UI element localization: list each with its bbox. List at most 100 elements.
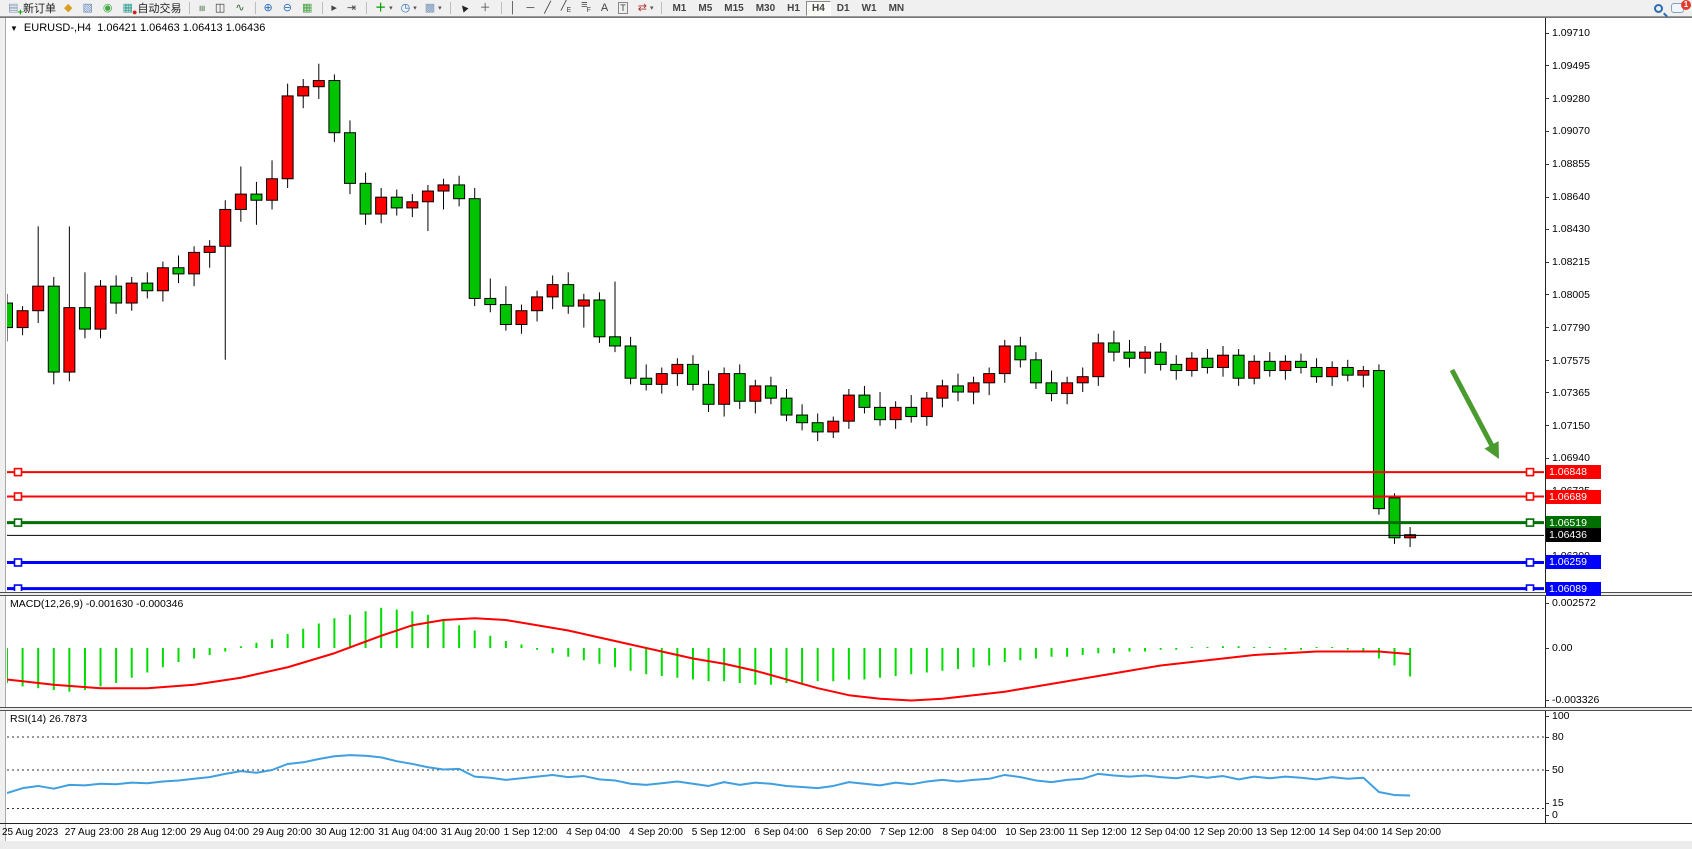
price-axis-label: 1.06940: [1552, 452, 1590, 464]
horizontal-line-button[interactable]: ─: [523, 1, 539, 16]
rsi-indicator-label: RSI(14) 26.7873: [10, 713, 87, 725]
tile-windows-button[interactable]: ▦: [299, 1, 317, 16]
auto-scroll-button[interactable]: ▸: [328, 1, 342, 16]
dropdown-caret-icon[interactable]: ▾: [413, 4, 417, 12]
tf-button-M1[interactable]: M1: [666, 1, 692, 16]
styles-button[interactable]: ◆: [61, 1, 77, 16]
new-order-button[interactable]: ▤+新订单: [5, 1, 59, 16]
fibonacci-button[interactable]: ≡F: [578, 1, 596, 16]
candle-chart-icon: ◫: [215, 2, 225, 15]
text-button[interactable]: A: [598, 1, 613, 16]
line-handle[interactable]: [1527, 559, 1534, 566]
tf-button-H4[interactable]: H4: [806, 1, 831, 16]
price-axis-label: 1.09710: [1552, 27, 1590, 39]
bar-chart-button[interactable]: ≡: [195, 1, 209, 16]
chart-quote-ohlc: 1.06421 1.06463 1.06413 1.06436: [97, 22, 265, 34]
candle-up: [516, 311, 527, 325]
candle-down: [875, 407, 886, 419]
candle-up: [126, 283, 137, 303]
chat-button[interactable]: 1: [1668, 1, 1687, 16]
time-axis-divider: [0, 823, 1692, 824]
cursor-button[interactable]: ▲: [456, 1, 475, 16]
candle-down: [610, 337, 621, 346]
channel-button[interactable]: ╱E: [558, 1, 576, 16]
alerts-button[interactable]: ◉: [100, 1, 118, 16]
candle-down: [1389, 498, 1400, 538]
candle-down: [859, 395, 870, 407]
candle-down: [781, 398, 792, 415]
time-axis-label: 30 Aug 12:00: [316, 827, 375, 838]
rsi-axis-tick-dash: [1545, 770, 1549, 771]
price-axis-label: 1.09070: [1552, 125, 1590, 137]
arrows-button[interactable]: ⇄▾: [635, 1, 657, 16]
line-handle[interactable]: [15, 493, 22, 500]
price-tick-dash: [1545, 360, 1549, 361]
tf-button-M30[interactable]: M30: [750, 1, 781, 16]
price-axis-label: 1.09280: [1552, 93, 1590, 105]
new-order-icon: ▤+: [8, 2, 21, 15]
trendline-button[interactable]: ╱: [541, 1, 556, 16]
annotation-arrow-shaft[interactable]: [1452, 370, 1492, 447]
indicators-button[interactable]: ＋▾: [372, 1, 396, 16]
label-button[interactable]: T: [615, 1, 633, 16]
pane-separator-macd[interactable]: [0, 592, 1692, 596]
toolbar-separator: [366, 2, 367, 14]
vertical-line-button[interactable]: │: [507, 1, 522, 16]
chart-menu-caret-icon[interactable]: ▼: [10, 24, 18, 33]
time-axis-label: 4 Sep 04:00: [566, 827, 620, 838]
rsi-axis-label: 15: [1552, 797, 1564, 809]
tf-button-W1[interactable]: W1: [856, 1, 883, 16]
line-handle[interactable]: [15, 519, 22, 526]
candle-down: [142, 283, 153, 291]
candle-up: [282, 96, 293, 179]
pane-separator-rsi[interactable]: [0, 707, 1692, 711]
styles-icon: ◆: [64, 2, 72, 15]
candle-down: [1030, 360, 1041, 383]
line-handle[interactable]: [1527, 519, 1534, 526]
line-handle[interactable]: [15, 469, 22, 476]
toolbar-separator: [322, 2, 323, 14]
candle-down: [1155, 352, 1166, 364]
line-handle[interactable]: [15, 559, 22, 566]
tf-button-M15[interactable]: M15: [718, 1, 749, 16]
tf-button-D1[interactable]: D1: [831, 1, 856, 16]
line-handle[interactable]: [1527, 493, 1534, 500]
zoom-in-button[interactable]: ⊕: [261, 1, 278, 16]
window-left-frame: [0, 18, 6, 841]
dropdown-caret-icon[interactable]: ▾: [650, 4, 654, 12]
chart-canvas[interactable]: [0, 0, 1692, 849]
tf-button-MN[interactable]: MN: [883, 1, 911, 16]
price-axis-label: 1.08430: [1552, 223, 1590, 235]
periods-button[interactable]: ◷▾: [398, 1, 420, 16]
profiles-button[interactable]: ▧: [79, 1, 97, 16]
tf-button-M5[interactable]: M5: [692, 1, 718, 16]
candle-up: [17, 311, 28, 328]
dropdown-caret-icon[interactable]: ▾: [389, 4, 393, 12]
zoom-out-button[interactable]: ⊖: [280, 1, 297, 16]
trendline-icon: ╱: [544, 2, 551, 15]
candle-down: [687, 364, 698, 384]
price-tick-dash: [1545, 327, 1549, 328]
line-handle[interactable]: [1527, 469, 1534, 476]
line-chart-button[interactable]: ∿: [232, 1, 249, 16]
autotrade-button[interactable]: ▦●自动交易: [119, 1, 184, 16]
tf-button-H1[interactable]: H1: [781, 1, 806, 16]
annotation-arrow-head-icon[interactable]: [1484, 441, 1499, 459]
toolbar-separator: [501, 2, 502, 14]
candle-up: [220, 209, 231, 246]
search-button[interactable]: [1651, 1, 1666, 16]
templates-button[interactable]: ▩▾: [422, 1, 445, 16]
candle-up: [33, 286, 44, 311]
price-axis-label: 1.08005: [1552, 289, 1590, 301]
chart-shift-button[interactable]: ⇥: [344, 1, 361, 16]
candle-chart-button[interactable]: ◫: [212, 1, 230, 16]
candle-up: [1358, 371, 1369, 376]
crosshair-button[interactable]: ＋: [477, 1, 496, 16]
macd-indicator-label: MACD(12,26,9) -0.001630 -0.000346: [10, 598, 183, 610]
chart-shift-icon: ⇥: [347, 2, 356, 15]
price-axis-label: 1.09495: [1552, 60, 1590, 72]
dropdown-caret-icon[interactable]: ▾: [438, 4, 442, 12]
time-axis-label: 11 Sep 12:00: [1068, 827, 1127, 838]
candle-down: [485, 298, 496, 304]
text-icon: A: [601, 2, 608, 15]
